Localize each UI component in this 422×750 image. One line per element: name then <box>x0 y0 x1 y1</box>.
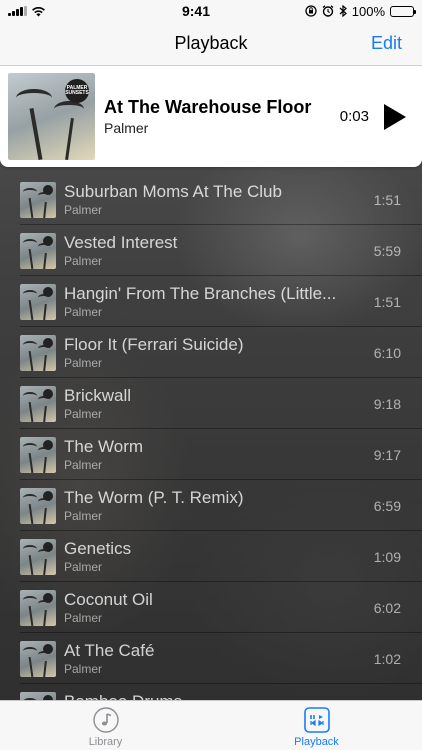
album-logo: PALMER SUNSETS <box>65 79 89 103</box>
rotation-lock-icon <box>305 5 317 17</box>
now-playing-artist: Palmer <box>104 120 149 136</box>
track-row[interactable]: The Worm (P. T. Remix) Palmer 6:59 <box>0 480 422 531</box>
track-artist: Palmer <box>64 203 103 217</box>
battery-icon <box>390 5 416 17</box>
album-art: PALMER SUNSETS <box>8 73 95 160</box>
track-artist: Palmer <box>64 560 103 574</box>
track-info: Vested Interest Palmer <box>64 233 362 268</box>
track-duration: 1:09 <box>373 548 401 565</box>
now-playing-info: At The Warehouse Floor Palmer <box>104 97 340 136</box>
track-title: The Worm (P. T. Remix) <box>64 488 244 507</box>
track-title: At The Café <box>64 641 155 660</box>
track-info: The Worm Palmer <box>64 437 362 472</box>
track-artwork <box>20 232 56 269</box>
track-duration: 1:02 <box>373 650 401 667</box>
track-artist: Palmer <box>64 254 103 268</box>
track-artwork <box>20 385 56 422</box>
alarm-icon <box>322 5 334 17</box>
track-row[interactable]: Hangin' From The Branches (Little... Palm… <box>0 276 422 327</box>
track-artwork <box>20 640 56 677</box>
track-duration: 1:51 <box>373 191 401 208</box>
track-artwork <box>20 589 56 626</box>
track-title: Bamboo Drums <box>64 692 362 700</box>
track-artist: Palmer <box>64 356 103 370</box>
wifi-icon <box>32 6 45 16</box>
track-row[interactable]: Genetics Palmer 1:09 <box>0 531 422 582</box>
status-time: 9:41 <box>181 3 211 19</box>
status-bar: 9:41 100% <box>0 0 422 22</box>
cellular-signal-icon <box>8 6 27 16</box>
page-title: Playback <box>174 33 248 53</box>
music-note-icon <box>92 707 119 733</box>
track-duration: 6:10 <box>373 344 401 361</box>
playback-controls-icon <box>303 707 330 733</box>
track-info: Hangin' From The Branches (Little... Palm… <box>64 284 362 319</box>
track-title: Vested Interest <box>64 233 178 252</box>
edit-button[interactable]: Edit <box>371 33 402 54</box>
track-duration: 6:02 <box>373 599 401 616</box>
track-list: Suburban Moms At The Club Palmer 1:51 Veste… <box>0 174 422 700</box>
battery-percent: 100% <box>351 3 385 19</box>
navigation-bar: Playback Edit <box>0 22 422 66</box>
track-artwork <box>20 487 56 524</box>
track-title: The Worm <box>64 437 144 456</box>
track-info: Brickwall Palmer <box>64 386 362 421</box>
tab-library-label: Library <box>88 736 123 748</box>
track-info: Floor It (Ferrari Suicide) Palmer <box>64 335 362 370</box>
track-artist: Palmer <box>64 458 103 472</box>
track-artwork <box>20 181 56 218</box>
track-artist: Palmer <box>64 305 103 319</box>
track-artwork <box>20 691 56 700</box>
track-title: Floor It (Ferrari Suicide) <box>64 335 244 354</box>
now-playing-title: At The Warehouse Floor <box>104 97 312 117</box>
track-title: Hangin' From The Branches (Little... <box>64 284 337 303</box>
status-bar-left <box>8 6 128 17</box>
track-info: Bamboo DrumsPalmer <box>64 692 362 700</box>
track-row[interactable]: Vested Interest Palmer 5:59 <box>0 225 422 276</box>
track-duration: 1:51 <box>373 293 401 310</box>
track-info: Suburban Moms At The Club Palmer <box>64 182 362 217</box>
track-artwork <box>20 334 56 371</box>
elapsed-time: 0:03 <box>339 108 369 125</box>
track-row[interactable]: The Worm Palmer 9:17 <box>0 429 422 480</box>
track-title: Coconut Oil <box>64 590 153 609</box>
track-row[interactable]: Brickwall Palmer 9:18 <box>0 378 422 429</box>
track-info: The Worm (P. T. Remix) Palmer <box>64 488 362 523</box>
tab-bar: Library Playback <box>0 700 422 750</box>
track-row[interactable]: Floor It (Ferrari Suicide) Palmer 6:10 <box>0 327 422 378</box>
track-row[interactable]: At The Café Palmer 1:02 <box>0 633 422 684</box>
track-artist: Palmer <box>64 611 103 625</box>
track-artist: Palmer <box>64 407 103 421</box>
track-duration: 6:59 <box>373 497 401 514</box>
track-info: At The Café Palmer <box>64 641 362 676</box>
track-info: Coconut Oil Palmer <box>64 590 362 625</box>
tab-library[interactable]: Library <box>0 701 211 750</box>
track-artwork <box>20 283 56 320</box>
track-artist: Palmer <box>64 662 103 676</box>
track-row[interactable]: Coconut Oil Palmer 6:02 <box>0 582 422 633</box>
track-title: Suburban Moms At The Club <box>64 182 282 201</box>
track-duration: 9:17 <box>373 446 401 463</box>
track-row[interactable]: Bamboo DrumsPalmer1:50 <box>0 684 422 700</box>
play-icon[interactable] <box>382 103 408 131</box>
bluetooth-icon <box>339 5 347 17</box>
status-bar-right: 100% <box>264 3 416 19</box>
track-artist: Palmer <box>64 509 103 523</box>
track-title: Genetics <box>64 539 132 558</box>
track-duration: 5:59 <box>373 242 401 259</box>
tab-playback[interactable]: Playback <box>211 701 422 750</box>
track-title: Brickwall <box>64 386 132 405</box>
track-info: Genetics Palmer <box>64 539 362 574</box>
track-row[interactable]: Suburban Moms At The Club Palmer 1:51 <box>0 174 422 225</box>
track-artwork <box>20 538 56 575</box>
now-playing-card[interactable]: PALMER SUNSETS At The Warehouse Floor Pal… <box>0 66 422 167</box>
tab-playback-label: Playback <box>294 736 339 748</box>
track-duration: 9:18 <box>373 395 401 412</box>
track-artwork <box>20 436 56 473</box>
